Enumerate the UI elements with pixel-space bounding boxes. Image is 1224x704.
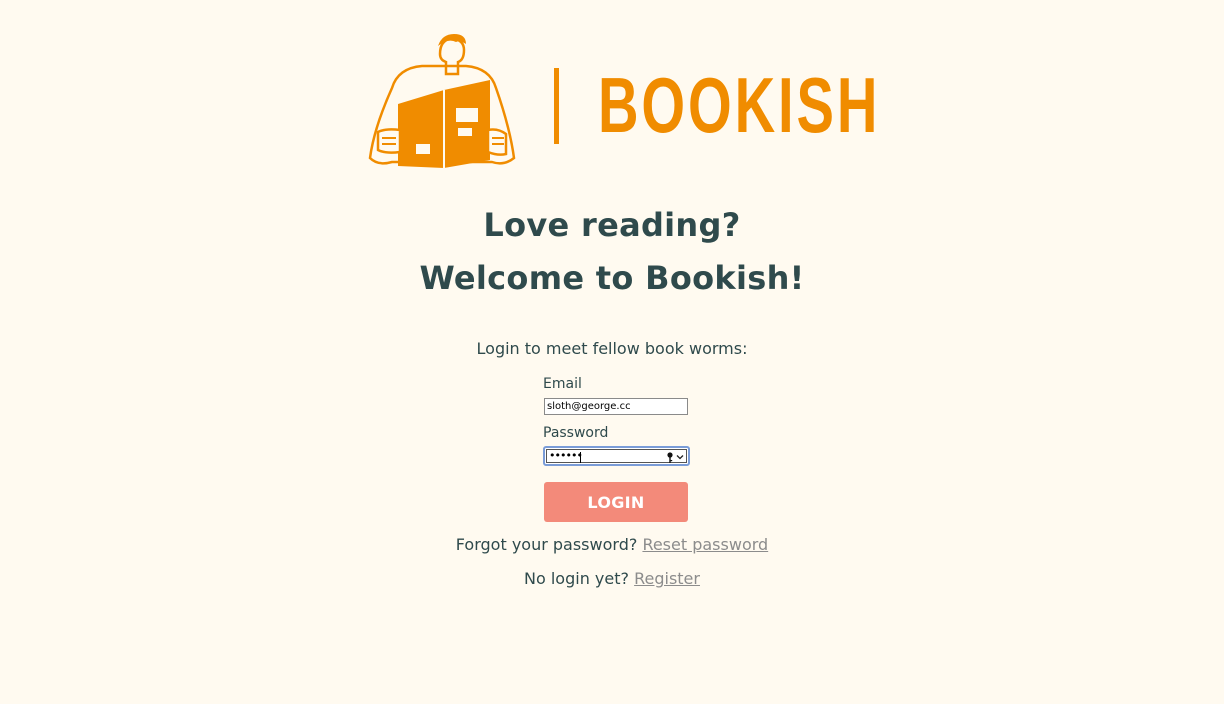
heading-love-reading: Love reading?: [483, 206, 741, 244]
password-input-inner[interactable]: ••••••: [546, 449, 687, 463]
login-page: BOOKISH Love reading? Welcome to Bookish…: [0, 0, 1224, 704]
reader-logo-icon: [368, 34, 516, 168]
no-login-text: No login yet?: [524, 569, 629, 588]
password-label: Password: [543, 425, 609, 441]
text-caret: [580, 452, 581, 463]
register-link[interactable]: Register: [634, 569, 700, 588]
chevron-down-icon[interactable]: [676, 453, 684, 461]
password-field[interactable]: ••••••: [543, 446, 690, 466]
logo-wordmark: BOOKISH: [598, 61, 881, 149]
forgot-password-row: Forgot your password? Reset password: [0, 535, 1224, 554]
login-button[interactable]: LOGIN: [544, 482, 688, 522]
email-label: Email: [543, 376, 582, 392]
forgot-password-text: Forgot your password?: [455, 535, 638, 554]
email-field[interactable]: sloth@george.cc: [544, 398, 688, 415]
password-masked-value: ••••••: [549, 449, 583, 462]
login-intro-text: Login to meet fellow book worms:: [476, 339, 748, 358]
logo-divider: [554, 68, 559, 144]
heading-welcome: Welcome to Bookish!: [419, 259, 805, 297]
reset-password-link[interactable]: Reset password: [642, 535, 768, 554]
key-icon[interactable]: [666, 452, 674, 464]
bookish-logo: BOOKISH: [368, 32, 877, 172]
register-row: No login yet? Register: [0, 569, 1224, 588]
